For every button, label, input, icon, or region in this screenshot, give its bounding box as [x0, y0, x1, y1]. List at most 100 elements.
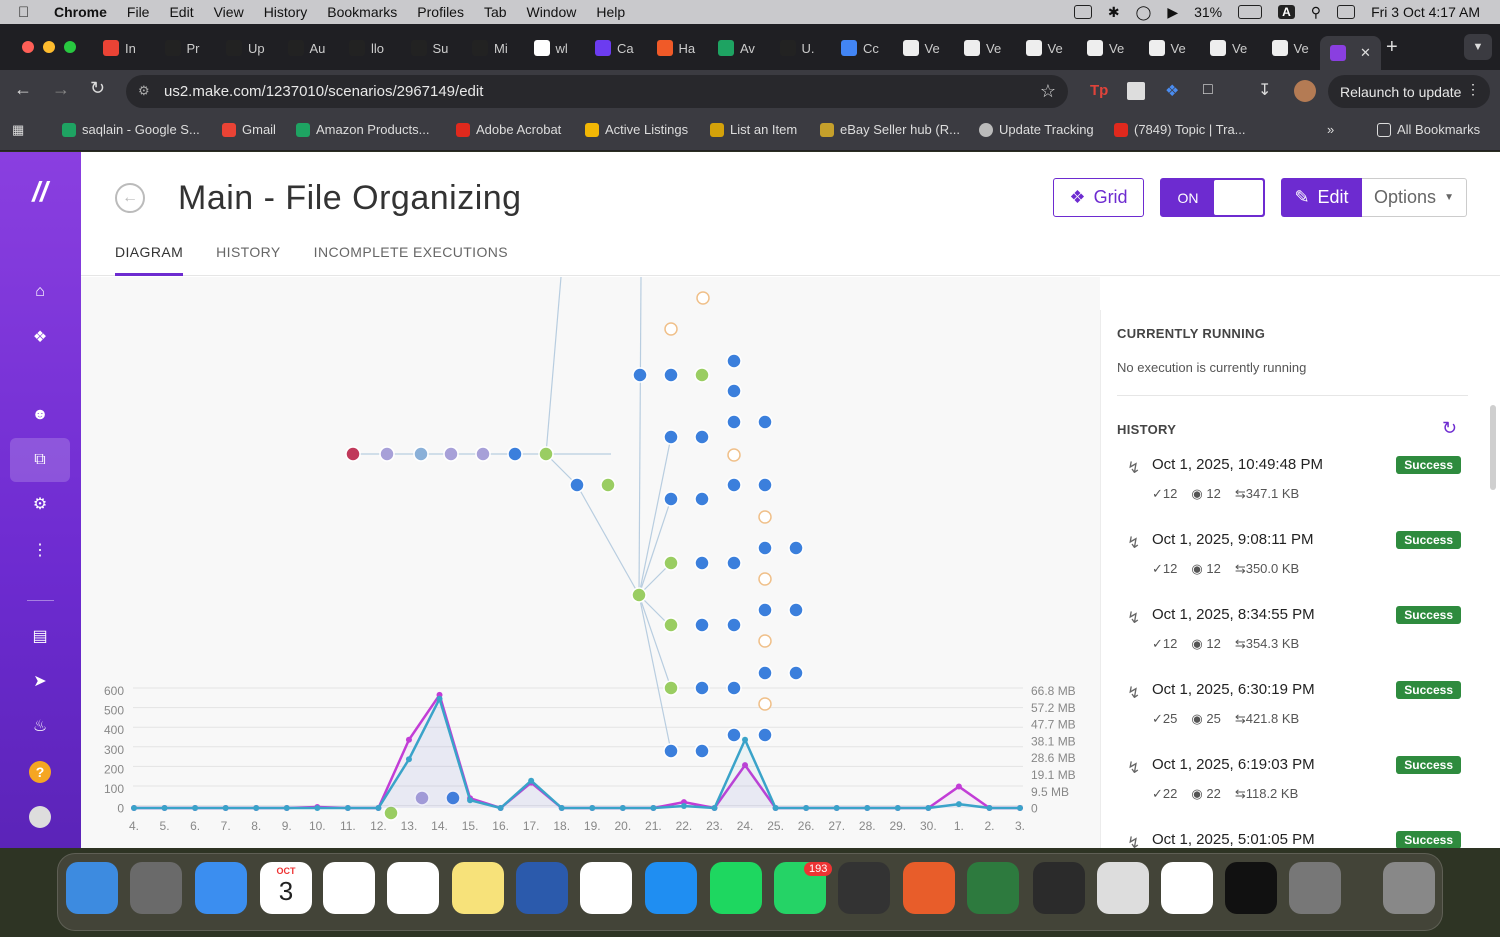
browser-tab[interactable]: Ca: [595, 36, 634, 60]
download-icon[interactable]: ↧: [1258, 80, 1271, 100]
browser-tab[interactable]: Av: [718, 36, 755, 60]
address-bar[interactable]: ⚙ us2.make.com/1237010/scenarios/2967149…: [126, 75, 1068, 108]
mail-icon[interactable]: [195, 862, 247, 914]
bookmark-item[interactable]: Amazon Products...: [296, 122, 429, 137]
minimize-window-button[interactable]: [43, 41, 55, 53]
menu-file[interactable]: File: [127, 4, 150, 20]
scenario-diagram-canvas[interactable]: 4. 5. 6. 7. 8. 9. 10. 11. 12. 13. 14. 15. 16. 17. 18. 1…: [81, 276, 1100, 848]
profile-avatar[interactable]: [1294, 80, 1316, 102]
history-row[interactable]: ↯ Oct 1, 2025, 10:49:48 PM Success ✓12 ◉ 12 ⇆…: [1117, 456, 1467, 531]
back-arrow-icon[interactable]: ←: [115, 183, 145, 213]
more-bookmarks-icon[interactable]: »: [1327, 122, 1334, 137]
bookmark-item[interactable]: Active Listings: [585, 122, 688, 137]
history-row[interactable]: ↯ Oct 1, 2025, 6:19:03 PM Success ✓22 ◉ 22 ⇆1…: [1117, 756, 1467, 831]
scenario-diagram[interactable]: 4. 5. 6. 7. 8. 9. 10. 11. 12. 13. 14. 15. 16. 17. 18. 1…: [81, 276, 1100, 848]
tasks-icon[interactable]: [967, 862, 1019, 914]
extension-blue-icon[interactable]: ❖: [1165, 81, 1179, 101]
tab-incomplete-executions[interactable]: INCOMPLETE EXECUTIONS: [314, 244, 508, 276]
tab-search-icon[interactable]: ▼: [1464, 34, 1492, 60]
slack-icon[interactable]: [1161, 862, 1213, 914]
bookmark-item[interactable]: (7849) Topic | Tra...: [1114, 122, 1246, 137]
pycharm-icon[interactable]: [1033, 862, 1085, 914]
browser-tab[interactable]: wl: [533, 36, 568, 60]
datetime[interactable]: Fri 3 Oct 4:17 AM: [1371, 4, 1480, 20]
grid-button[interactable]: ❖ Grid: [1053, 178, 1144, 217]
browser-tab[interactable]: Ha: [656, 36, 695, 60]
browser-tab[interactable]: U.: [779, 36, 815, 60]
site-settings-icon[interactable]: ⚙: [138, 83, 150, 99]
more-icon[interactable]: ⋮: [10, 528, 70, 572]
browser-tab[interactable]: Au: [287, 36, 325, 60]
browser-tab[interactable]: Cc: [841, 36, 879, 60]
play-icon[interactable]: ▶: [1167, 4, 1178, 21]
bookmark-item[interactable]: Gmail: [222, 122, 276, 137]
browser-tab[interactable]: Su: [410, 36, 448, 60]
docs-book-icon[interactable]: ▤: [10, 614, 70, 658]
browser-tab[interactable]: Mi: [472, 36, 508, 60]
extension-icon[interactable]: [1127, 82, 1145, 100]
tab-diagram[interactable]: DIAGRAM: [115, 244, 184, 276]
browser-tab[interactable]: Up: [226, 36, 265, 60]
apple-icon[interactable]: : [18, 4, 38, 21]
finder-icon[interactable]: [66, 862, 118, 914]
trash-icon[interactable]: [1383, 862, 1435, 914]
all-bookmarks[interactable]: All Bookmarks: [1377, 122, 1480, 137]
browser-tab[interactable]: Ve: [902, 36, 940, 60]
menu-bookmarks[interactable]: Bookmarks: [327, 4, 397, 20]
browser-tab[interactable]: Ve: [1148, 36, 1186, 60]
tab-history[interactable]: HISTORY: [216, 244, 281, 276]
notes-icon[interactable]: [452, 862, 504, 914]
help-icon[interactable]: ?: [10, 750, 70, 794]
browser-tab[interactable]: In: [103, 36, 136, 60]
reminders-icon[interactable]: [387, 862, 439, 914]
keyboard-input-icon[interactable]: A: [1278, 5, 1295, 19]
menu-tab[interactable]: Tab: [484, 4, 507, 20]
back-icon[interactable]: ←: [14, 79, 32, 100]
word-icon[interactable]: [516, 862, 568, 914]
bluetooth-icon[interactable]: ✱: [1108, 4, 1120, 21]
battery-icon[interactable]: [1238, 5, 1263, 19]
history-row[interactable]: ↯ Oct 1, 2025, 6:30:19 PM Success ✓25 ◉ 25 ⇆4…: [1117, 681, 1467, 756]
bookmark-item[interactable]: Update Tracking: [979, 122, 1094, 137]
system-settings-icon[interactable]: [1289, 862, 1341, 914]
menu-window[interactable]: Window: [527, 4, 577, 20]
menu-app-name[interactable]: Chrome: [54, 4, 107, 20]
apps-grid-icon[interactable]: ▦: [12, 122, 24, 138]
refresh-icon[interactable]: ↻: [1442, 418, 1457, 439]
chrome-icon[interactable]: [580, 862, 632, 914]
accessibility-icon[interactable]: ◯: [1136, 4, 1152, 21]
upwork-icon[interactable]: [1225, 862, 1277, 914]
bookmark-item[interactable]: saqlain - Google S...: [62, 122, 200, 137]
panel-scrollbar[interactable]: [1490, 405, 1496, 490]
app-store-icon[interactable]: [645, 862, 697, 914]
history-row[interactable]: ↯ Oct 1, 2025, 5:01:05 PM Success: [1117, 831, 1467, 848]
launchpad-icon[interactable]: [130, 862, 182, 914]
browser-tab[interactable]: Ve: [1087, 36, 1124, 60]
display-icon[interactable]: [1073, 5, 1092, 19]
relaunch-button[interactable]: Relaunch to update ⋮: [1328, 75, 1490, 108]
webhooks-icon[interactable]: ⚙: [10, 482, 70, 526]
zoom-window-button[interactable]: [64, 41, 76, 53]
extensions-puzzle-icon[interactable]: □: [1203, 81, 1213, 99]
calculator-icon[interactable]: [838, 862, 890, 914]
menu-history[interactable]: History: [264, 4, 308, 20]
bookmark-item[interactable]: List an Item: [710, 122, 797, 137]
preview-icon[interactable]: [1097, 862, 1149, 914]
rocket-icon[interactable]: ➤: [10, 659, 70, 703]
scenario-on-toggle[interactable]: ON: [1160, 178, 1265, 217]
home-icon[interactable]: ⌂: [10, 270, 70, 314]
user-avatar[interactable]: [10, 795, 70, 839]
browser-tab[interactable]: Ve: [964, 36, 1001, 60]
new-tab-button[interactable]: +: [1386, 36, 1398, 59]
browser-tab[interactable]: Ve: [1210, 36, 1247, 60]
history-row[interactable]: ↯ Oct 1, 2025, 8:34:55 PM Success ✓12 ◉ 12 ⇆3…: [1117, 606, 1467, 681]
menu-help[interactable]: Help: [596, 4, 625, 20]
options-dropdown[interactable]: Options ▼: [1362, 178, 1467, 217]
maps-icon[interactable]: [323, 862, 375, 914]
browser-tab-active[interactable]: ✕: [1320, 36, 1381, 70]
control-center-icon[interactable]: [1337, 5, 1356, 19]
bookmark-item[interactable]: Adobe Acrobat: [456, 122, 561, 137]
history-row[interactable]: ↯ Oct 1, 2025, 9:08:11 PM Success ✓12 ◉ 12 ⇆3…: [1117, 531, 1467, 606]
scenarios-icon[interactable]: ❖: [10, 315, 70, 359]
notifications-bell-icon[interactable]: ♨: [10, 704, 70, 748]
